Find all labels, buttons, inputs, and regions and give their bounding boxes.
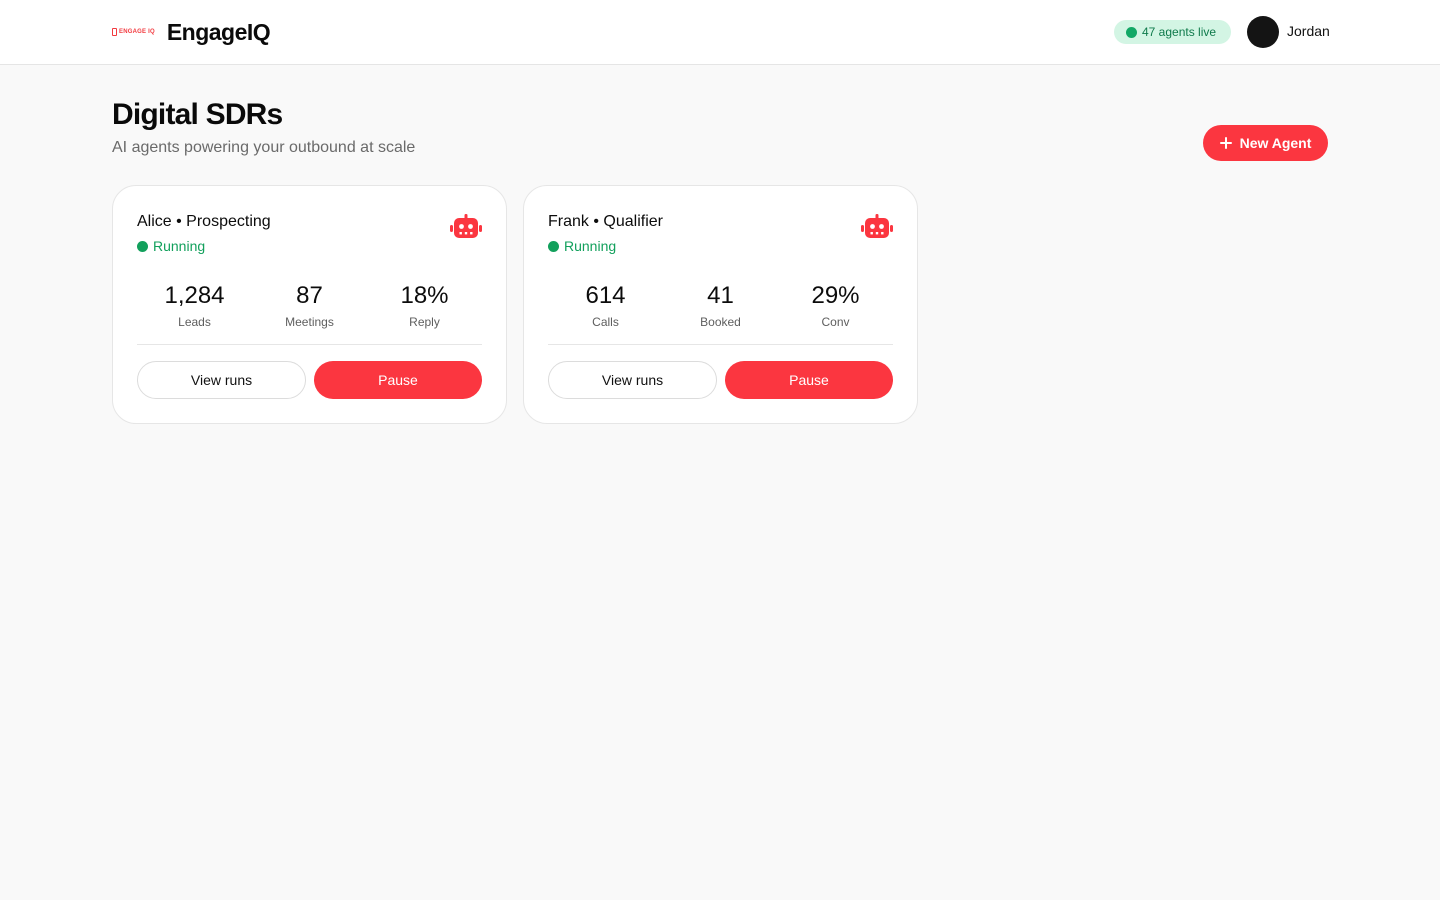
agent-stats: 1,284 Leads 87 Meetings 18% Reply (137, 281, 482, 329)
agent-title: Alice • Prospecting (137, 213, 271, 230)
page-subtitle: AI agents powering your outbound at scal… (112, 139, 416, 156)
agent-stats: 614 Calls 41 Booked 29% Conv (548, 281, 893, 329)
agents-live-text: 47 agents live (1142, 25, 1217, 39)
page-title: Digital SDRs (112, 98, 283, 131)
pause-button[interactable]: Pause (314, 361, 482, 399)
stat-item: 41 Booked (663, 281, 778, 329)
agent-card: Alice • Prospecting Running 1,284 Leads … (112, 185, 507, 424)
user-avatar[interactable] (1247, 16, 1279, 48)
pause-button[interactable]: Pause (725, 361, 893, 399)
stat-item: 614 Calls (548, 281, 663, 329)
agent-status: Running (548, 238, 616, 254)
stat-item: 1,284 Leads (137, 281, 252, 329)
agent-status-text: Running (153, 238, 206, 254)
live-status-dot-icon (1126, 26, 1137, 38)
agent-status-text: Running (564, 238, 617, 254)
stat-label: Booked (700, 315, 741, 329)
stat-label: Meetings (285, 315, 334, 329)
stat-item: 29% Conv (778, 281, 893, 329)
card-divider (548, 344, 893, 345)
stat-label: Reply (409, 315, 440, 329)
new-agent-button[interactable]: New Agent (1203, 125, 1328, 161)
stat-item: 18% Reply (367, 281, 482, 329)
brand-logo[interactable]: ENGAGE IQ EngageIQ (112, 18, 271, 46)
stat-item: 87 Meetings (252, 281, 367, 329)
brand-name: EngageIQ (166, 18, 271, 45)
status-dot-icon (548, 240, 559, 252)
agents-live-badge: 47 agents live (1114, 20, 1231, 44)
plus-icon (1219, 137, 1232, 149)
new-agent-label: New Agent (1239, 135, 1312, 151)
card-divider (137, 344, 482, 345)
stat-label: Conv (821, 315, 850, 329)
view-runs-button[interactable]: View runs (137, 361, 306, 399)
stat-value: 614 (585, 282, 626, 309)
stat-value: 18% (400, 282, 449, 309)
stat-value: 87 (296, 282, 323, 309)
robot-icon (861, 214, 893, 238)
agent-title: Frank • Qualifier (548, 213, 663, 230)
stat-label: Leads (178, 315, 211, 329)
stat-value: 1,284 (164, 282, 225, 309)
agent-card: Frank • Qualifier Running 614 Calls 41 B… (523, 185, 918, 424)
brand-mark-icon: ENGAGE IQ (112, 28, 155, 36)
agent-status: Running (137, 238, 205, 254)
stat-label: Calls (592, 315, 619, 329)
view-runs-button[interactable]: View runs (548, 361, 717, 399)
robot-icon (450, 214, 482, 238)
user-name[interactable]: Jordan (1287, 23, 1330, 39)
status-dot-icon (137, 240, 148, 252)
stat-value: 41 (707, 282, 734, 309)
stat-value: 29% (811, 282, 860, 309)
top-bar: ENGAGE IQ EngageIQ 47 agents live Jordan (0, 0, 1440, 65)
